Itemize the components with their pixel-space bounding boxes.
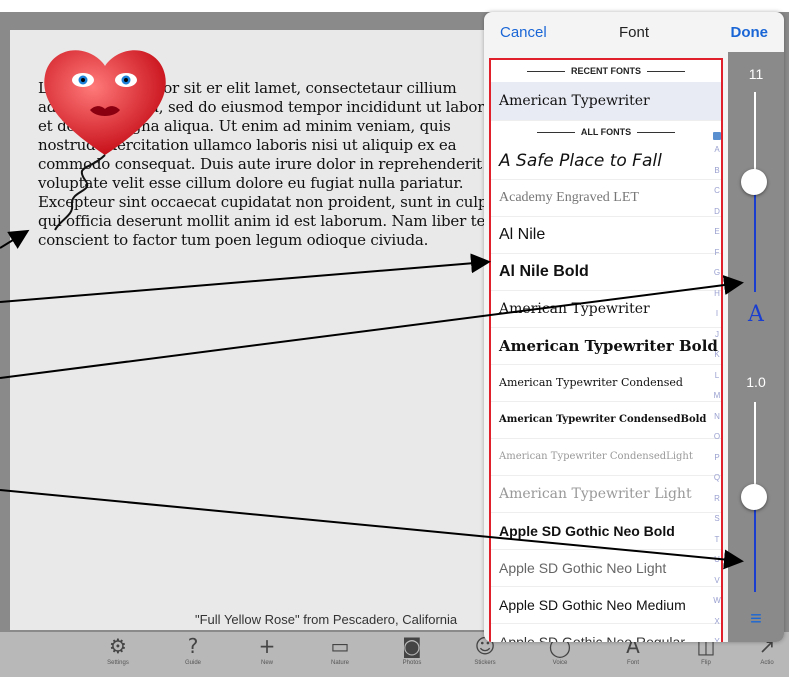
menu-icon[interactable]: ≡ bbox=[728, 608, 784, 631]
index-letter[interactable]: H bbox=[711, 284, 721, 305]
toolbar-guide-button[interactable]: ? Guide bbox=[163, 632, 223, 677]
font-list-item[interactable]: Al Nile bbox=[491, 217, 721, 254]
index-letter[interactable]: C bbox=[711, 181, 721, 202]
font-list[interactable]: RECENT FONTS American Typewriter ALL FON… bbox=[489, 58, 723, 642]
font-list-item[interactable]: Academy Engraved LET bbox=[491, 180, 721, 217]
index-letter[interactable]: E bbox=[711, 222, 721, 243]
font-size-value: 11 bbox=[748, 66, 764, 82]
toolbar-settings-button[interactable]: ⚙ Settings bbox=[88, 632, 148, 677]
header-rule bbox=[536, 131, 575, 133]
font-list-item[interactable]: Al Nile Bold bbox=[491, 254, 721, 291]
gear-icon: ⚙ bbox=[109, 634, 127, 658]
toolbar-label: Flip bbox=[701, 660, 711, 666]
index-letter[interactable]: O bbox=[711, 427, 721, 448]
font-size-slider-knob[interactable] bbox=[741, 169, 767, 195]
index-letter[interactable]: X bbox=[711, 612, 721, 633]
font-list-item[interactable]: American Typewriter CondensedLight bbox=[491, 439, 721, 476]
photo-caption: "Full Yellow Rose" from Pescadero, Calif… bbox=[195, 612, 458, 627]
index-letter[interactable]: L bbox=[711, 366, 721, 387]
plus-icon: + bbox=[258, 634, 276, 658]
done-button[interactable]: Done bbox=[731, 24, 769, 41]
toolbar-label: Voice bbox=[552, 660, 568, 666]
index-search-icon[interactable] bbox=[713, 132, 721, 140]
font-list-item[interactable]: Apple SD Gothic Neo Medium bbox=[491, 587, 721, 624]
all-fonts-header: ALL FONTS bbox=[491, 121, 721, 143]
recent-fonts-header-label: RECENT FONTS bbox=[570, 66, 641, 76]
font-list-item[interactable]: A Safe Place to Fall bbox=[491, 143, 721, 180]
font-list-item[interactable]: Apple SD Gothic Neo Regular bbox=[491, 624, 721, 642]
question-icon: ? bbox=[187, 634, 199, 658]
font-list-item[interactable]: American Typewriter Bold bbox=[491, 328, 721, 365]
heart-sticker[interactable] bbox=[30, 30, 180, 240]
toolbar-label: Photos bbox=[402, 660, 422, 666]
recent-fonts-header: RECENT FONTS bbox=[491, 60, 721, 82]
font-size-a-icon: A bbox=[748, 302, 764, 327]
index-letter[interactable]: P bbox=[711, 448, 721, 469]
index-letter[interactable]: Q bbox=[711, 468, 721, 489]
index-letter[interactable]: B bbox=[711, 161, 721, 182]
toolbar-label: Nature bbox=[330, 660, 349, 666]
toolbar-new-button[interactable]: + New bbox=[237, 632, 297, 677]
index-letter[interactable]: Y bbox=[711, 632, 721, 642]
font-list-item[interactable]: Apple SD Gothic Neo Bold bbox=[491, 513, 721, 550]
spacing-slider-track-upper[interactable] bbox=[754, 402, 756, 497]
font-list-item[interactable]: Apple SD Gothic Neo Light bbox=[491, 550, 721, 587]
camera-icon: ◙ bbox=[402, 634, 422, 658]
toolbar-label: New bbox=[260, 660, 273, 666]
index-letter[interactable]: D bbox=[711, 202, 721, 223]
index-letter[interactable]: S bbox=[711, 509, 721, 530]
header-rule bbox=[526, 70, 565, 72]
index-letter[interactable]: I bbox=[711, 304, 721, 325]
font-list-item[interactable]: American Typewriter bbox=[491, 82, 721, 121]
toolbar-label: Guide bbox=[184, 660, 201, 666]
all-fonts-header-label: ALL FONTS bbox=[580, 127, 632, 137]
font-list-item[interactable]: American Typewriter bbox=[491, 291, 721, 328]
toolbar-label: Actio bbox=[760, 660, 774, 666]
font-list-item[interactable]: American Typewriter Light bbox=[491, 476, 721, 513]
line-spacing-slider-knob[interactable] bbox=[741, 484, 767, 510]
toolbar-label: Stickers bbox=[474, 660, 496, 666]
header-rule bbox=[647, 70, 685, 72]
index-letter[interactable]: K bbox=[711, 345, 721, 366]
alphabet-index[interactable]: ABCDEFGHIJKLMNOPQRSTUVWXYZ bbox=[711, 140, 721, 642]
index-letter[interactable]: T bbox=[711, 530, 721, 551]
index-letter[interactable]: J bbox=[711, 325, 721, 346]
toolbar-photos-button[interactable]: ◙ Photos bbox=[382, 632, 442, 677]
font-list-item[interactable]: American Typewriter CondensedBold bbox=[491, 402, 721, 439]
cancel-button[interactable]: Cancel bbox=[500, 24, 547, 41]
toolbar-nature-button[interactable]: ▭ Nature bbox=[310, 632, 370, 677]
index-letter[interactable]: F bbox=[711, 243, 721, 264]
size-slider-track-lower[interactable] bbox=[754, 182, 756, 292]
landscape-icon: ▭ bbox=[330, 634, 350, 658]
font-list-item[interactable]: American Typewriter Condensed bbox=[491, 365, 721, 402]
index-letter[interactable]: N bbox=[711, 407, 721, 428]
index-letter[interactable]: M bbox=[711, 386, 721, 407]
index-letter[interactable]: A bbox=[711, 140, 721, 161]
index-letter[interactable]: W bbox=[711, 591, 721, 612]
index-letter[interactable]: R bbox=[711, 489, 721, 510]
font-picker-popover: Cancel Font Done RECENT FONTS American T… bbox=[484, 12, 784, 642]
index-letter[interactable]: V bbox=[711, 571, 721, 592]
font-picker-nav-bar: Cancel Font Done bbox=[484, 12, 784, 52]
font-controls-sidebar: 11 A 1.0 ≡ bbox=[728, 52, 784, 642]
toolbar-label: Settings bbox=[107, 660, 129, 666]
header-rule bbox=[637, 131, 676, 133]
index-letter[interactable]: G bbox=[711, 263, 721, 284]
spacing-slider-track-lower[interactable] bbox=[754, 497, 756, 592]
toolbar-label: Font bbox=[626, 660, 639, 666]
line-spacing-value: 1.0 bbox=[746, 374, 766, 390]
index-letter[interactable]: U bbox=[711, 550, 721, 571]
